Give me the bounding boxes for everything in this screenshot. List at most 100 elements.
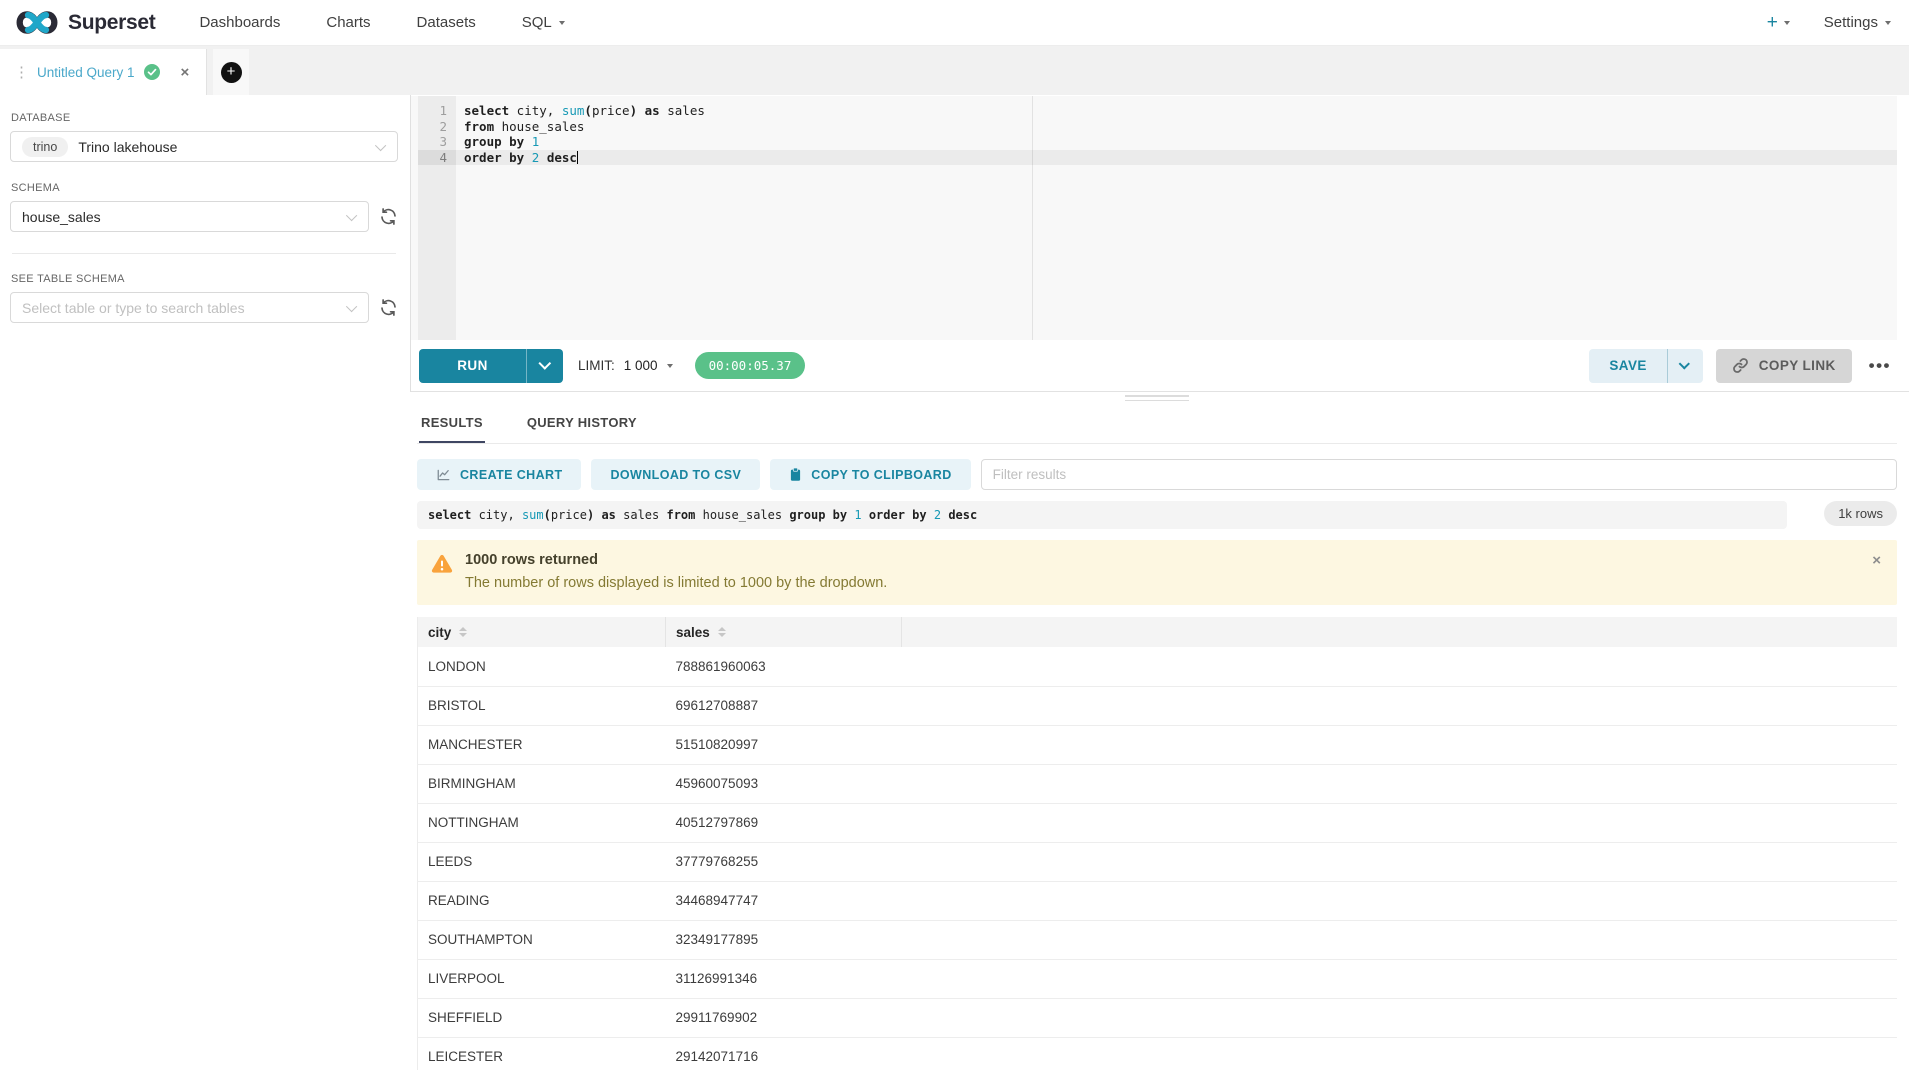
- drag-handle-icon[interactable]: ⋮: [14, 63, 28, 81]
- line-number: 3: [418, 134, 456, 150]
- schema-select-value: house_sales: [22, 209, 101, 225]
- cell-city: SOUTHAMPTON: [418, 920, 666, 959]
- sort-icon[interactable]: [718, 627, 726, 638]
- cell-sales: 32349177895: [666, 920, 902, 959]
- cell-city: NOTTINGHAM: [418, 803, 666, 842]
- cell-sales: 51510820997: [666, 725, 902, 764]
- cell-filler: [902, 686, 1898, 725]
- refresh-schemas-button[interactable]: [379, 207, 398, 226]
- line-number: 2: [418, 119, 456, 135]
- results-tabs: RESULTS QUERY HISTORY: [417, 404, 1897, 444]
- refresh-tables-button[interactable]: [379, 298, 398, 317]
- close-tab-icon[interactable]: ×: [181, 64, 190, 81]
- cell-filler: [902, 1037, 1898, 1070]
- tab-query-history[interactable]: QUERY HISTORY: [525, 411, 639, 443]
- table-select[interactable]: Select table or type to search tables: [10, 292, 369, 323]
- limit-dropdown[interactable]: LIMIT: 1 000: [578, 358, 673, 373]
- database-select-value: Trino lakehouse: [78, 139, 177, 155]
- cell-city: LEEDS: [418, 842, 666, 881]
- alert-title: 1000 rows returned: [465, 552, 887, 568]
- save-button-label[interactable]: SAVE: [1589, 349, 1666, 383]
- save-options-button[interactable]: [1667, 349, 1703, 383]
- row-count-badge: 1k rows: [1824, 501, 1897, 526]
- schema-select[interactable]: house_sales: [10, 201, 369, 232]
- nav-charts[interactable]: Charts: [326, 14, 370, 31]
- nav-sql[interactable]: SQL: [522, 14, 565, 31]
- close-alert-icon[interactable]: ×: [1872, 553, 1881, 568]
- copy-link-button[interactable]: COPY LINK: [1716, 349, 1852, 383]
- table-row: SHEFFIELD29911769902: [418, 998, 1898, 1037]
- editor-code-lines[interactable]: 1select city, sum(price) as sales2from h…: [418, 103, 1897, 165]
- add-tab-button[interactable]: +: [221, 62, 242, 83]
- run-button-label[interactable]: RUN: [419, 349, 526, 383]
- cell-sales: 29911769902: [666, 998, 902, 1037]
- more-actions-button[interactable]: •••: [1865, 356, 1895, 376]
- link-icon: [1732, 357, 1749, 374]
- cell-sales: 40512797869: [666, 803, 902, 842]
- filter-results-input[interactable]: [981, 459, 1897, 490]
- column-header-sales[interactable]: sales: [666, 617, 902, 647]
- chart-icon: [436, 468, 451, 482]
- sort-icon[interactable]: [459, 627, 467, 638]
- query-tabbar: ⋮ Untitled Query 1 × +: [0, 46, 1909, 95]
- line-number: 1: [418, 103, 456, 119]
- alert-message: The number of rows displayed is limited …: [465, 575, 887, 591]
- tab-untitled-query-1[interactable]: ⋮ Untitled Query 1 ×: [0, 49, 207, 95]
- results-actions: CREATE CHART DOWNLOAD TO CSV COPY TO CLI…: [417, 459, 1897, 490]
- chevron-down-icon: [559, 21, 565, 25]
- code-line[interactable]: 1select city, sum(price) as sales: [418, 103, 1897, 119]
- cell-city: LEICESTER: [418, 1037, 666, 1070]
- query-elapsed-timer: 00:00:05.37: [695, 352, 806, 379]
- refresh-icon: [379, 298, 398, 317]
- new-item-button[interactable]: +: [1767, 13, 1790, 32]
- results-pane: RESULTS QUERY HISTORY CREATE CHART DOWNL…: [410, 392, 1909, 1070]
- cell-filler: [902, 725, 1898, 764]
- results-table: city sales LONDON788861960063BRISTOL6961…: [417, 617, 1897, 1070]
- cell-city: BRISTOL: [418, 686, 666, 725]
- pane-resize-handle[interactable]: [1125, 395, 1189, 401]
- cell-filler: [902, 920, 1898, 959]
- cell-sales: 45960075093: [666, 764, 902, 803]
- table-select-placeholder: Select table or type to search tables: [22, 300, 245, 316]
- cell-city: LONDON: [418, 647, 666, 686]
- code-line[interactable]: 4order by 2 desc: [418, 150, 1897, 166]
- table-row: MANCHESTER51510820997: [418, 725, 1898, 764]
- column-header-city[interactable]: city: [418, 617, 666, 647]
- settings-menu[interactable]: Settings: [1824, 14, 1891, 31]
- tab-results[interactable]: RESULTS: [419, 411, 485, 443]
- cell-city: SHEFFIELD: [418, 998, 666, 1037]
- code-line[interactable]: 2from house_sales: [418, 119, 1897, 135]
- chevron-down-icon: [667, 364, 673, 368]
- cell-filler: [902, 803, 1898, 842]
- clipboard-icon: [789, 467, 802, 482]
- executed-query-row: select city, sum(price) as sales from ho…: [417, 501, 1897, 529]
- create-chart-button[interactable]: CREATE CHART: [417, 459, 581, 490]
- cell-filler: [902, 764, 1898, 803]
- cell-city: LIVERPOOL: [418, 959, 666, 998]
- table-row: LEEDS37779768255: [418, 842, 1898, 881]
- cell-sales: 29142071716: [666, 1037, 902, 1070]
- brand-name: Superset: [68, 11, 155, 35]
- column-header-filler: [902, 617, 1898, 647]
- superset-infinity-icon: [14, 9, 60, 36]
- code-line[interactable]: 3group by 1: [418, 134, 1897, 150]
- run-options-button[interactable]: [526, 349, 563, 383]
- cell-filler: [902, 842, 1898, 881]
- sidebar-divider: [12, 253, 396, 254]
- sql-editor[interactable]: 1select city, sum(price) as sales2from h…: [411, 96, 1897, 340]
- superset-logo[interactable]: Superset: [14, 9, 155, 36]
- save-button[interactable]: SAVE: [1589, 349, 1702, 383]
- cell-city: MANCHESTER: [418, 725, 666, 764]
- warning-icon: [431, 554, 453, 574]
- cell-sales: 34468947747: [666, 881, 902, 920]
- run-button[interactable]: RUN: [419, 349, 563, 383]
- copy-clipboard-button[interactable]: COPY TO CLIPBOARD: [770, 459, 970, 490]
- download-csv-button[interactable]: DOWNLOAD TO CSV: [591, 459, 760, 490]
- see-table-schema-label: SEE TABLE SCHEMA: [11, 273, 398, 285]
- database-select[interactable]: trino Trino lakehouse: [10, 131, 398, 162]
- sqllab-sidebar: DATABASE trino Trino lakehouse SCHEMA ho…: [0, 95, 410, 1070]
- nav-datasets[interactable]: Datasets: [417, 14, 476, 31]
- table-row: SOUTHAMPTON32349177895: [418, 920, 1898, 959]
- query-tab-label: Untitled Query 1: [37, 65, 135, 80]
- nav-dashboards[interactable]: Dashboards: [199, 14, 280, 31]
